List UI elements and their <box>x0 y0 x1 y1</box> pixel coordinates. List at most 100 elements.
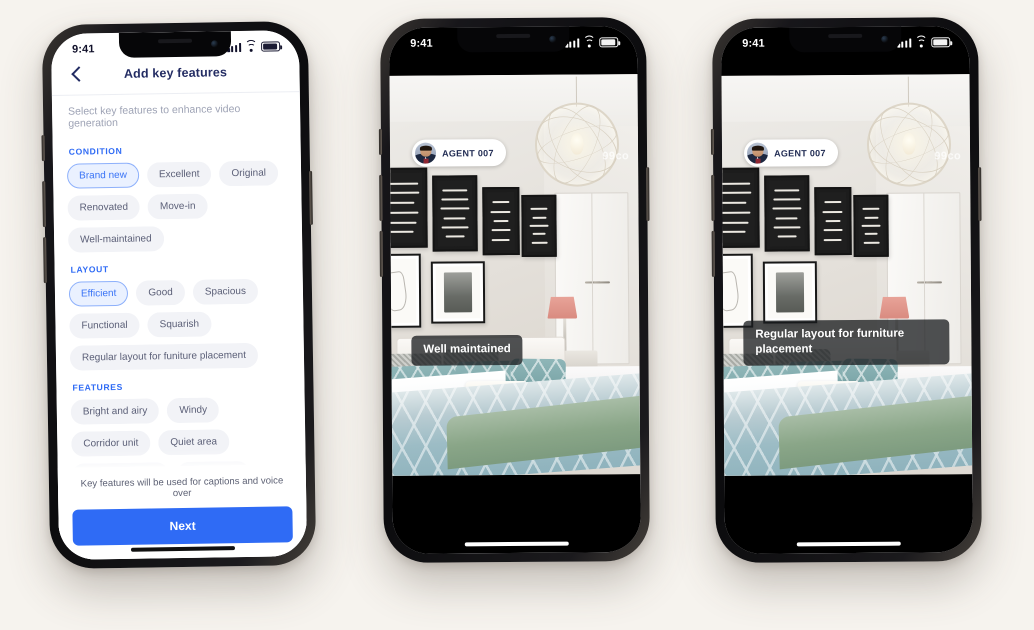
bedroom-video-frame: 99co AGENT 007 Regular layout for furnit… <box>721 74 973 476</box>
chip-functional[interactable]: Functional <box>69 312 140 339</box>
status-time: 9:41 <box>410 37 433 50</box>
home-indicator[interactable] <box>796 541 901 547</box>
phone-screen-video-1: 9:41 99co AGENT 007 Well maintained <box>389 26 641 554</box>
agent-badge[interactable]: AGENT 007 <box>743 139 838 167</box>
home-indicator[interactable] <box>464 541 569 547</box>
section-label-layout: LAYOUT <box>70 264 109 275</box>
wall-art-map-frame <box>389 253 422 328</box>
page-subtitle: Select key features to enhance video gen… <box>68 103 241 130</box>
video-caption: Regular layout for furniture placement <box>743 319 950 366</box>
wall-art-frame <box>521 194 557 257</box>
notch <box>789 26 902 53</box>
phone-mockup-video-2: 9:41 99co AGENT 007 Regular layout for f… <box>710 17 982 563</box>
chip-good[interactable]: Good <box>136 279 186 306</box>
agent-avatar-photo <box>746 142 769 164</box>
chip-well-maintained[interactable]: Well-maintained <box>67 226 164 253</box>
closet-handle <box>925 281 942 284</box>
phone-mockup-video-1: 9:41 99co AGENT 007 Well maintained <box>378 17 650 563</box>
video-caption: Well maintained <box>411 335 523 366</box>
power-button[interactable] <box>978 167 982 222</box>
chip-squarish[interactable]: Squarish <box>147 311 212 338</box>
status-indicators <box>227 39 281 52</box>
silent-switch[interactable] <box>41 135 45 162</box>
chip-efficient[interactable]: Efficient <box>68 280 129 307</box>
wall-art-frame <box>432 175 478 252</box>
volume-down-button[interactable] <box>711 230 715 277</box>
notch <box>118 31 232 58</box>
chip-spacious[interactable]: Spacious <box>192 278 259 305</box>
next-button[interactable]: Next <box>72 506 293 546</box>
phone-mockup-form: 9:41 Add key features Select key feature… <box>41 20 317 570</box>
wifi-icon <box>583 34 596 48</box>
pendant-light <box>528 76 626 197</box>
form-footer: Key features will be used for captions a… <box>57 464 308 560</box>
volume-up-button[interactable] <box>42 181 46 228</box>
phone-screen-video-2: 9:41 99co AGENT 007 Regular layout for f… <box>721 26 973 554</box>
silent-switch[interactable] <box>710 128 715 155</box>
chip-renovated[interactable]: Renovated <box>67 194 141 221</box>
chip-corridor-unit[interactable]: Corridor unit <box>71 430 151 457</box>
front-camera-icon <box>881 35 889 43</box>
wifi-icon <box>244 39 258 52</box>
watermark-99co: 99co <box>934 150 962 163</box>
section-label-features: FEATURES <box>72 381 123 393</box>
section-label-condition: CONDITION <box>68 145 123 157</box>
chip-windy[interactable]: Windy <box>167 397 220 424</box>
volume-up-button[interactable] <box>379 174 383 221</box>
bedroom-video-frame: 99co AGENT 007 Well maintained <box>389 74 641 476</box>
chip-quiet-area[interactable]: Quiet area <box>158 429 230 456</box>
chip-regular-layout[interactable]: Regular layout for funiture placement <box>69 342 259 371</box>
chip-excellent[interactable]: Excellent <box>146 161 212 188</box>
bedroom-scene: 99co <box>389 74 641 476</box>
power-button[interactable] <box>646 167 650 222</box>
wall-art-frame <box>814 186 852 256</box>
wall-art-frame <box>764 175 810 252</box>
earpiece-speaker <box>828 33 863 39</box>
battery-icon <box>261 41 281 52</box>
silent-switch[interactable] <box>378 128 383 155</box>
wall-art-frame <box>721 167 760 248</box>
volume-down-button[interactable] <box>379 230 383 277</box>
wall-art-frame <box>482 186 520 256</box>
wall-art-photo-frame <box>762 261 818 324</box>
add-key-features-screen: 9:41 Add key features Select key feature… <box>50 30 308 560</box>
back-chevron-icon[interactable] <box>67 63 89 85</box>
chip-group-features: Bright and airy Windy Corridor unit Quie… <box>70 396 294 468</box>
wall-art-map-frame <box>721 253 754 328</box>
phone-screen-form: 9:41 Add key features Select key feature… <box>50 30 308 560</box>
agent-badge[interactable]: AGENT 007 <box>411 139 506 167</box>
bedroom-scene: 99co <box>721 74 973 476</box>
volume-up-button[interactable] <box>711 174 715 221</box>
chip-brand-new[interactable]: Brand new <box>66 162 140 189</box>
chip-original[interactable]: Original <box>219 160 279 187</box>
video-player-screen[interactable]: 9:41 <box>389 26 641 554</box>
wall-art-frame <box>853 194 889 257</box>
wifi-icon <box>915 34 928 48</box>
battery-icon <box>931 37 951 48</box>
status-indicators <box>565 34 619 48</box>
chip-move-in[interactable]: Move-in <box>147 193 208 220</box>
earpiece-speaker <box>496 33 531 39</box>
earpiece-speaker <box>157 38 193 44</box>
form-scroll-area[interactable]: Select key features to enhance video gen… <box>52 92 306 468</box>
footer-note: Key features will be used for captions a… <box>80 475 284 500</box>
table-lamp-shade <box>879 297 909 319</box>
notch <box>457 26 570 53</box>
power-button[interactable] <box>309 170 313 225</box>
agent-avatar-photo <box>414 142 437 164</box>
status-time: 9:41 <box>72 43 95 56</box>
battery-icon <box>599 37 619 48</box>
chip-group-condition: Brand new Excellent Original Renovated M… <box>66 160 288 253</box>
chip-group-layout: Efficient Good Spacious Functional Squar… <box>68 278 290 371</box>
table-lamp-shade <box>547 297 577 319</box>
status-indicators <box>897 34 951 48</box>
status-time: 9:41 <box>742 37 765 50</box>
volume-down-button[interactable] <box>43 237 47 284</box>
front-camera-icon <box>211 40 219 48</box>
chip-bright-and-airy[interactable]: Bright and airy <box>70 398 160 425</box>
pendant-light <box>860 76 958 197</box>
wall-art-photo-frame <box>430 261 486 324</box>
video-player-screen[interactable]: 9:41 <box>721 26 973 554</box>
agent-name: AGENT 007 <box>774 147 826 159</box>
wall-art-frame <box>389 167 428 248</box>
